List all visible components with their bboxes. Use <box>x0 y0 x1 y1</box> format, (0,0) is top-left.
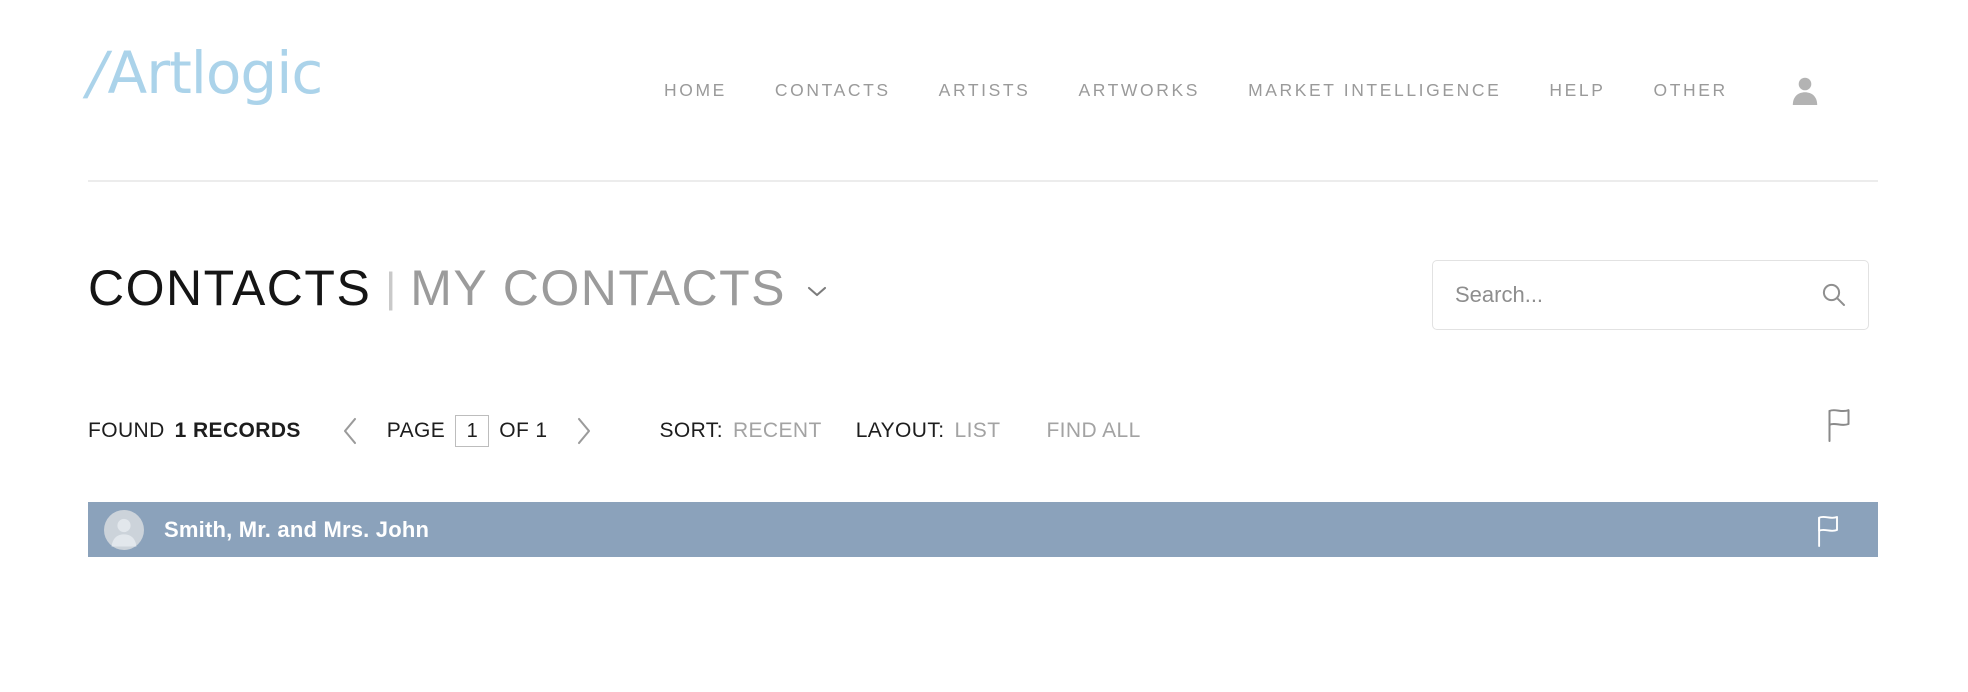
page-total-label: OF 1 <box>499 419 548 442</box>
user-avatar-icon[interactable] <box>1790 75 1820 105</box>
nav-item-artworks[interactable]: ARTWORKS <box>1054 80 1224 101</box>
nav-item-home[interactable]: HOME <box>640 80 751 101</box>
nav-item-market-intelligence[interactable]: MARKET INTELLIGENCE <box>1224 80 1525 101</box>
contact-name: Smith, Mr. and Mrs. John <box>164 516 430 542</box>
main-navigation: HOME CONTACTS ARTISTS ARTWORKS MARKET IN… <box>640 75 1820 105</box>
search-input[interactable] <box>1453 261 1813 329</box>
search-icon[interactable] <box>1820 281 1848 314</box>
page-title: CONTACTS <box>88 260 372 316</box>
page-number-input[interactable] <box>455 415 490 447</box>
contact-list-selector-label[interactable]: MY CONTACTS <box>410 262 786 314</box>
results-toolbar: FOUND 1 RECORDS PAGE OF 1 SORT: RECENT L… <box>88 414 1141 448</box>
found-count: 1 RECORDS <box>174 419 301 442</box>
site-header: /Artlogic HOME CONTACTS ARTISTS ARTWORKS… <box>0 0 1968 182</box>
sort-label: SORT: <box>659 419 723 442</box>
artlogic-logo[interactable]: /Artlogic <box>81 39 323 107</box>
header-divider <box>88 180 1878 182</box>
layout-value[interactable]: LIST <box>954 419 1000 443</box>
row-flag-icon[interactable] <box>1813 512 1845 548</box>
toolbar-flag-icon[interactable] <box>1823 405 1857 448</box>
table-row[interactable]: Smith, Mr. and Mrs. John <box>88 502 1878 557</box>
logo-wordmark: Artlogic <box>107 39 324 107</box>
layout-label: LAYOUT: <box>855 419 945 442</box>
nav-item-other[interactable]: OTHER <box>1629 80 1751 101</box>
found-label: FOUND <box>88 419 165 442</box>
search-box[interactable] <box>1432 260 1869 330</box>
chevron-right-icon[interactable] <box>569 416 597 446</box>
contact-avatar-icon <box>104 509 144 550</box>
title-separator: | <box>385 264 397 311</box>
page-title-row: CONTACTS | MY CONTACTS <box>88 262 828 314</box>
chevron-down-icon[interactable] <box>806 284 828 298</box>
sort-value[interactable]: RECENT <box>733 419 822 443</box>
nav-item-artists[interactable]: ARTISTS <box>915 80 1055 101</box>
nav-item-help[interactable]: HELP <box>1525 80 1629 101</box>
page-label: PAGE <box>386 419 446 442</box>
nav-item-contacts[interactable]: CONTACTS <box>751 80 915 101</box>
chevron-left-icon[interactable] <box>337 416 365 446</box>
find-all-button[interactable]: FIND ALL <box>1046 419 1140 443</box>
